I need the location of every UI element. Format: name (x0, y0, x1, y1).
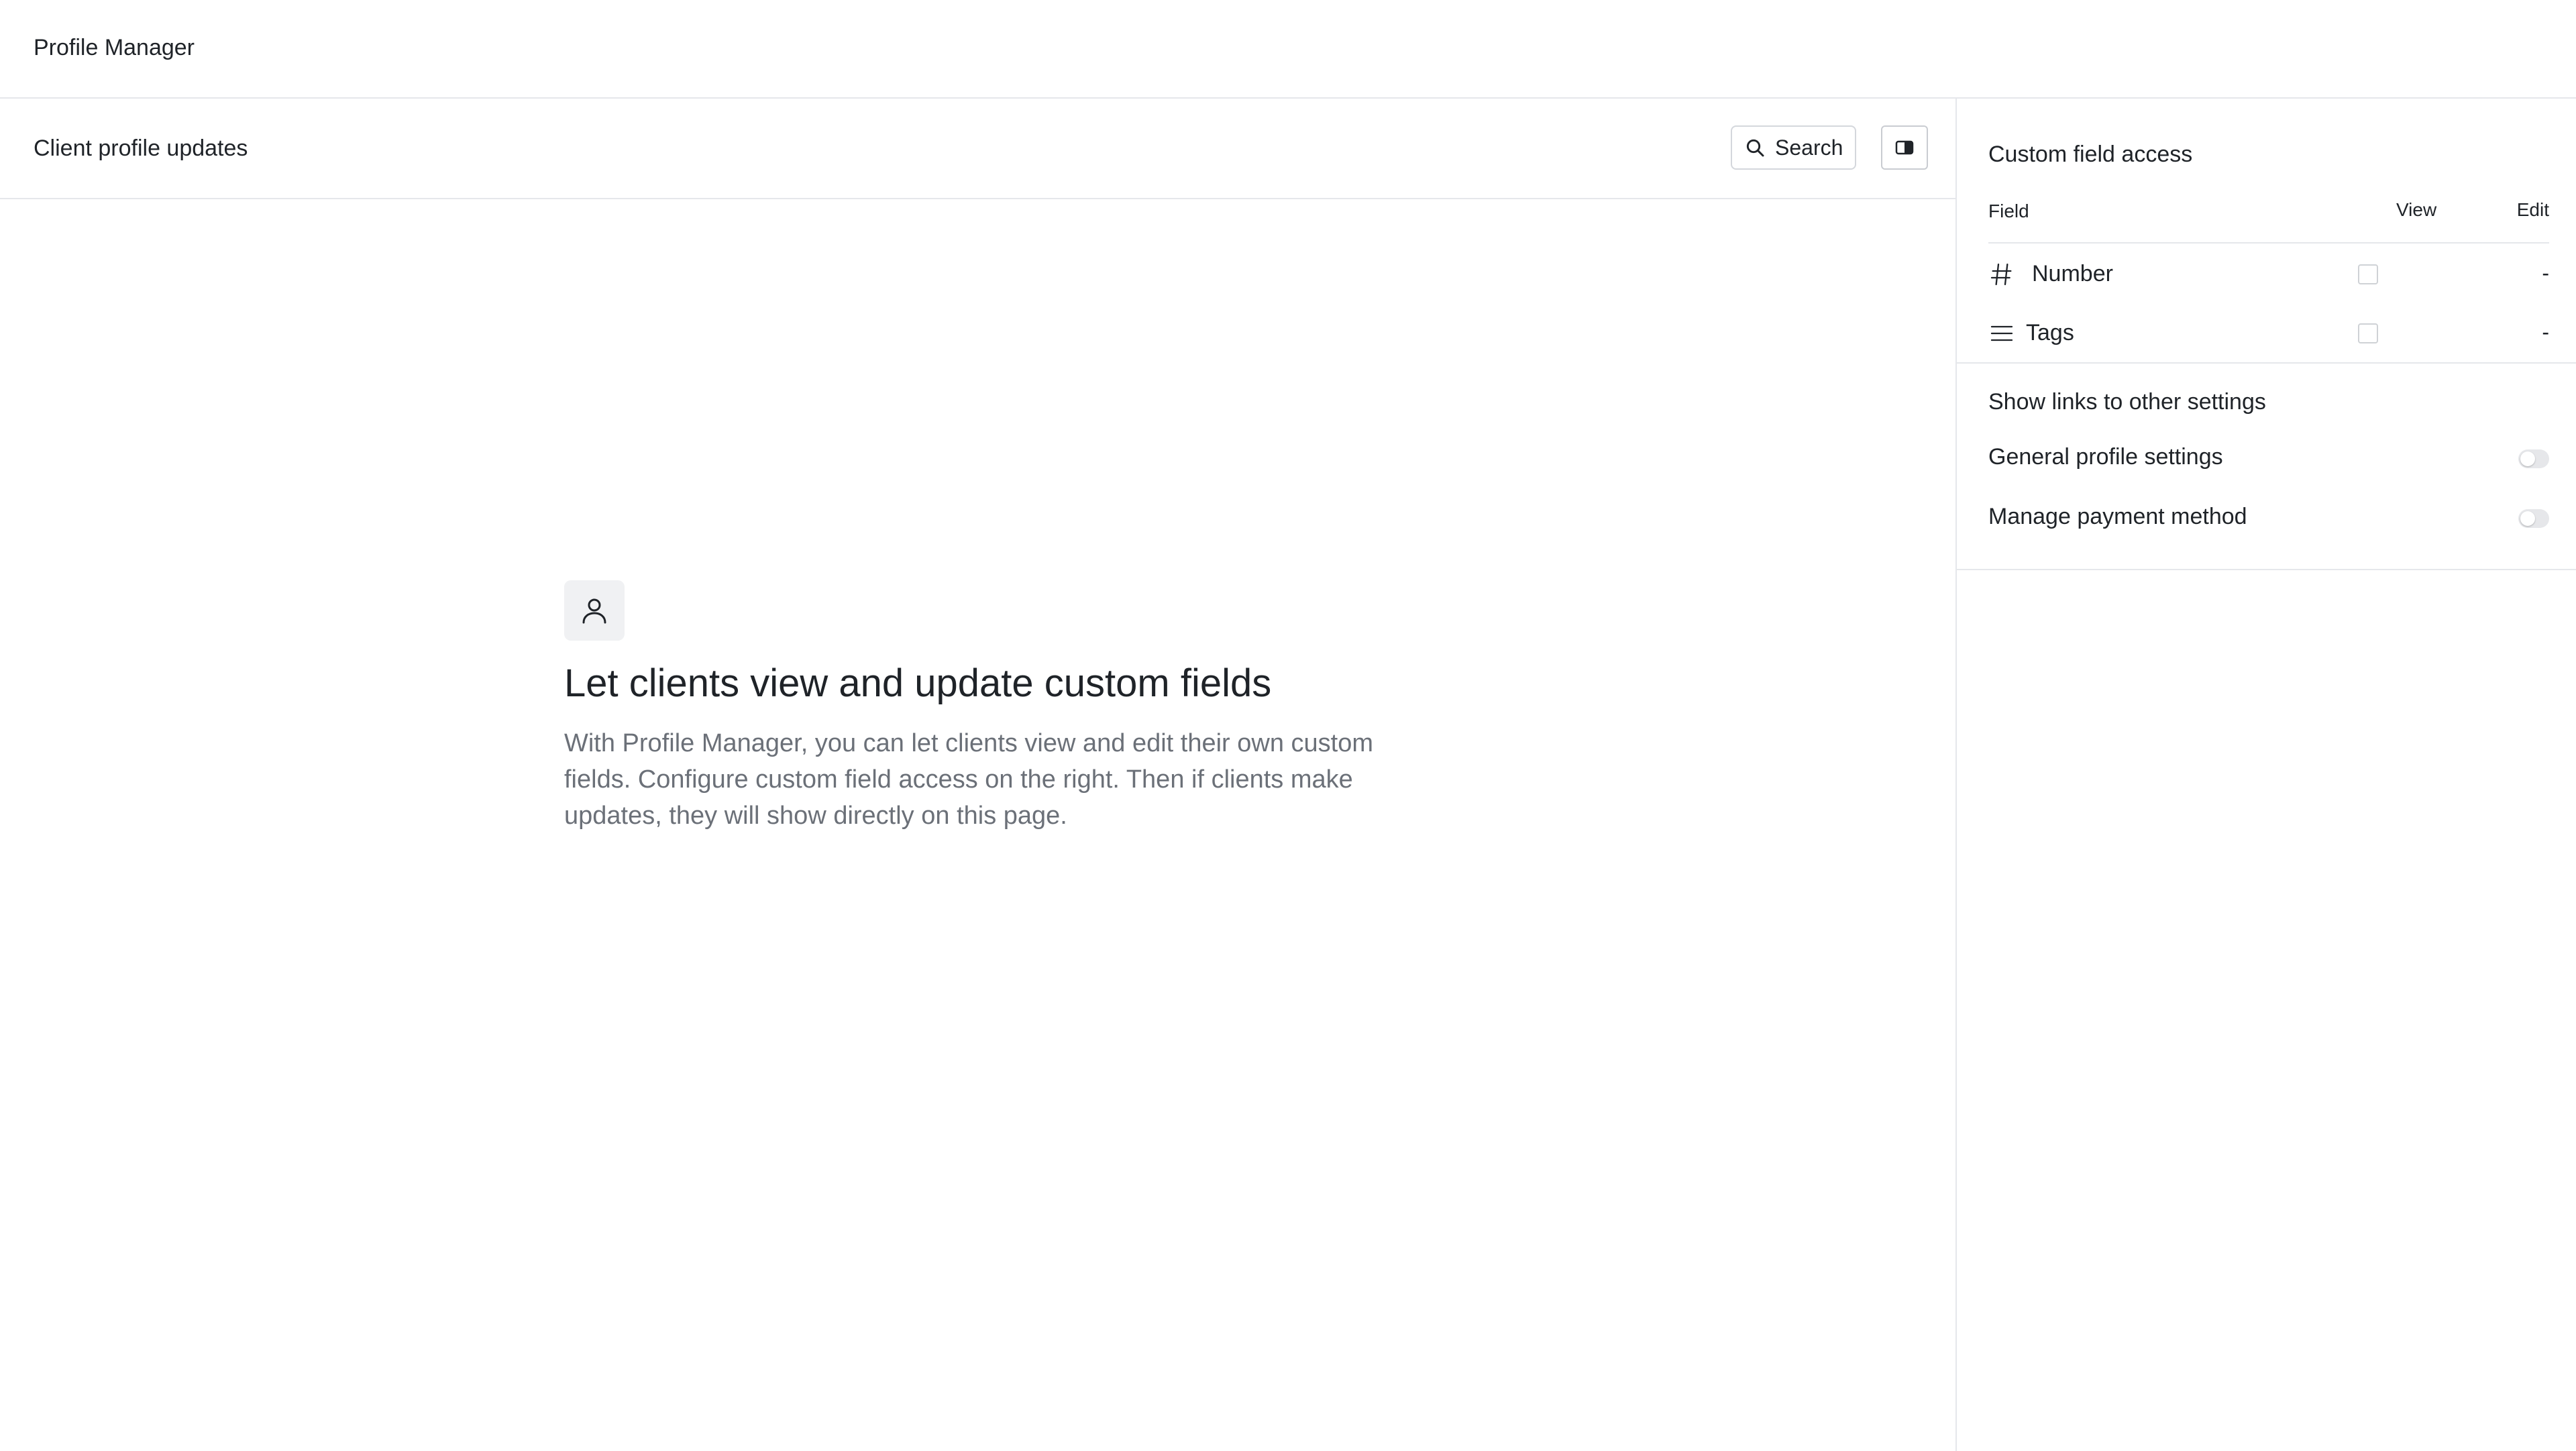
user-icon (582, 598, 606, 624)
field-row-number: Number - (1988, 253, 2549, 293)
app-root: Profile Manager Client profile updates S… (0, 0, 2576, 1451)
toggle-knob (2520, 451, 2535, 466)
search-button-label: Search (1775, 135, 1843, 160)
edit-value: - (2542, 261, 2549, 285)
settings-links-section: Show links to other settings General pro… (1957, 364, 2576, 570)
empty-state: Let clients view and update custom field… (564, 580, 1436, 834)
page-header: Client profile updates Search (0, 99, 1955, 199)
field-row-tags: Tags - (1988, 312, 2549, 352)
main-content: Client profile updates Search Let client… (0, 99, 1955, 1451)
column-header-view: View (2396, 199, 2437, 220)
toggle-label: General profile settings (1988, 444, 2223, 470)
field-row-label: Number (2032, 261, 2113, 286)
app-title: Profile Manager (34, 35, 195, 60)
custom-field-access-section: Custom field access Field View Edit Numb… (1957, 99, 2576, 364)
list-icon (1990, 325, 2013, 341)
column-header-field: Field (1988, 201, 2029, 221)
empty-state-heading: Let clients view and update custom field… (564, 661, 1272, 705)
table-header-divider (1988, 242, 2549, 244)
field-row-label: Tags (2026, 320, 2074, 345)
settings-sidebar: Custom field access Field View Edit Numb… (1957, 99, 2576, 1451)
search-button[interactable]: Search (1731, 125, 1856, 170)
general-profile-settings-toggle[interactable] (2518, 449, 2549, 468)
search-icon (1746, 139, 1764, 157)
toggle-panel-button[interactable] (1881, 125, 1928, 170)
custom-field-access-title: Custom field access (1988, 142, 2193, 167)
empty-state-description: With Profile Manager, you can let client… (564, 729, 1374, 830)
manage-payment-method-toggle[interactable] (2518, 509, 2549, 528)
panel-toggle-icon (1895, 140, 1914, 155)
view-checkbox[interactable] (2358, 264, 2378, 284)
settings-links-title: Show links to other settings (1988, 389, 2266, 415)
link-row-manage-payment-method: Manage payment method (1988, 497, 2549, 537)
top-bar: Profile Manager (0, 0, 2576, 99)
link-row-general-profile-settings: General profile settings (1988, 437, 2549, 478)
view-checkbox[interactable] (2358, 323, 2378, 343)
page-title: Client profile updates (34, 136, 248, 161)
column-header-edit: Edit (2516, 199, 2549, 220)
user-icon-tile (564, 580, 625, 641)
toggle-knob (2520, 511, 2535, 526)
edit-value: - (2542, 320, 2549, 344)
toggle-label: Manage payment method (1988, 504, 2247, 529)
hash-icon (1990, 263, 2012, 286)
